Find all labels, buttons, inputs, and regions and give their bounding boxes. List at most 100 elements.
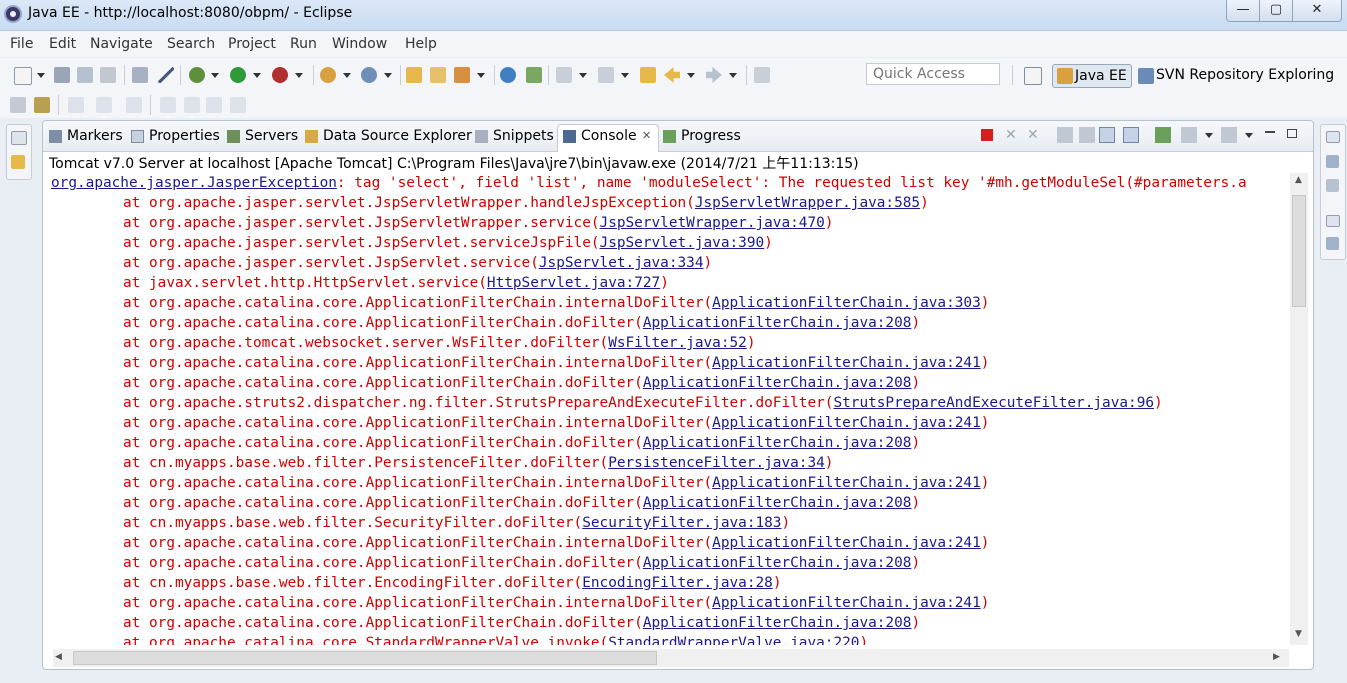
new-server-icon[interactable] <box>320 67 336 83</box>
tab-servers[interactable]: Servers <box>227 125 299 149</box>
menu-search[interactable]: Search <box>167 36 215 52</box>
chevron-down-icon[interactable] <box>295 73 303 78</box>
terminate-icon[interactable] <box>981 129 993 141</box>
menu-help[interactable]: Help <box>405 36 437 52</box>
chevron-down-icon[interactable] <box>211 73 219 78</box>
restore-icon[interactable] <box>1326 215 1340 227</box>
menu-run[interactable]: Run <box>290 36 317 52</box>
next-annotation-icon[interactable] <box>556 67 572 83</box>
chevron-down-icon[interactable] <box>384 73 392 78</box>
stack-trace-link[interactable]: WsFilter.java:52 <box>608 335 747 351</box>
chevron-down-icon[interactable] <box>621 73 629 78</box>
step-into-icon[interactable] <box>68 97 84 113</box>
minimize-button[interactable]: — <box>1226 0 1260 22</box>
pin-console-icon[interactable] <box>1155 127 1171 143</box>
show-stdout-icon[interactable] <box>1099 127 1115 143</box>
chevron-down-icon[interactable] <box>729 73 737 78</box>
stack-trace-link[interactable]: ApplicationFilterChain.java:241 <box>712 415 981 431</box>
task-list-icon[interactable] <box>1326 179 1339 192</box>
stack-trace-link[interactable]: SecurityFilter.java:183 <box>582 515 781 531</box>
tab-markers[interactable]: Markers <box>49 125 123 149</box>
stack-trace-link[interactable]: ApplicationFilterChain.java:208 <box>643 375 912 391</box>
back-arrow-icon[interactable] <box>664 67 680 83</box>
stack-trace-link[interactable]: JspServletWrapper.java:470 <box>600 215 825 231</box>
stack-trace-link[interactable]: ApplicationFilterChain.java:303 <box>712 295 981 311</box>
open-folder-icon[interactable] <box>406 67 422 83</box>
outline-icon[interactable] <box>1326 155 1339 168</box>
stack-trace-link[interactable]: org.apache.jasper.JasperException <box>51 175 337 191</box>
deploy-icon[interactable] <box>526 67 542 83</box>
stack-trace-link[interactable]: ApplicationFilterChain.java:241 <box>712 355 981 371</box>
chevron-down-icon[interactable] <box>253 73 261 78</box>
stack-trace-link[interactable]: JspServletWrapper.java:585 <box>695 195 920 211</box>
close-button[interactable]: ✕ <box>1292 0 1342 22</box>
maximize-button[interactable]: ▢ <box>1259 0 1293 22</box>
vertical-scroll-thumb[interactable] <box>1292 195 1306 307</box>
restore-icon[interactable] <box>1326 131 1340 143</box>
close-tab-icon[interactable]: ✕ <box>642 129 651 142</box>
quick-access-input[interactable] <box>866 63 1000 85</box>
resume-icon[interactable] <box>160 97 176 113</box>
toggle-block-icon[interactable] <box>34 97 50 113</box>
save-icon[interactable] <box>54 67 70 83</box>
menu-edit[interactable]: Edit <box>49 36 76 52</box>
new-web-icon[interactable] <box>361 67 377 83</box>
project-explorer-icon[interactable] <box>11 155 25 169</box>
print-icon[interactable] <box>100 67 116 83</box>
stack-trace-link[interactable]: EncodingFilter.java:28 <box>582 575 773 591</box>
stack-trace-link[interactable]: ApplicationFilterChain.java:208 <box>643 435 912 451</box>
vertical-scrollbar[interactable]: ▲ ▼ <box>1290 173 1308 645</box>
remove-launch-icon[interactable]: ✕ <box>1005 127 1021 143</box>
new-icon[interactable] <box>14 67 32 85</box>
open-console-icon[interactable] <box>1221 127 1237 143</box>
step-over-icon[interactable] <box>96 97 112 113</box>
scroll-right-icon[interactable]: ▶ <box>1273 652 1280 662</box>
tab-properties[interactable]: Properties <box>131 125 220 149</box>
menu-project[interactable]: Project <box>228 36 276 52</box>
show-stderr-icon[interactable] <box>1123 127 1139 143</box>
menu-window[interactable]: Window <box>332 36 387 52</box>
chevron-down-icon[interactable] <box>37 73 45 78</box>
suspend-icon[interactable] <box>184 97 200 113</box>
console-tool-icon[interactable] <box>132 67 148 83</box>
forward-arrow-icon[interactable] <box>706 67 722 83</box>
restore-icon[interactable] <box>11 131 27 145</box>
stack-trace-link[interactable]: ApplicationFilterChain.java:241 <box>712 535 981 551</box>
clear-console-icon[interactable] <box>1057 127 1073 143</box>
stack-trace-link[interactable]: JspServlet.java:390 <box>600 235 765 251</box>
perspective-svn[interactable]: SVN Repository Exploring <box>1136 64 1340 88</box>
perspective-java-ee[interactable]: Java EE <box>1052 64 1132 88</box>
scroll-lock-icon[interactable] <box>1079 127 1095 143</box>
skip-breakpoints-icon[interactable] <box>158 67 174 83</box>
chevron-down-icon[interactable] <box>477 73 485 78</box>
scroll-up-icon[interactable]: ▲ <box>1295 175 1302 185</box>
last-edit-icon[interactable] <box>640 67 656 83</box>
chevron-down-icon[interactable] <box>1245 133 1253 138</box>
stack-trace-link[interactable]: ApplicationFilterChain.java:241 <box>712 595 981 611</box>
debug-icon[interactable] <box>189 67 205 83</box>
stack-trace-link[interactable]: ApplicationFilterChain.java:241 <box>712 475 981 491</box>
stack-trace-link[interactable]: JspServlet.java:334 <box>539 255 704 271</box>
scroll-left-icon[interactable]: ◀ <box>55 652 62 662</box>
pin-editor-icon[interactable] <box>754 67 770 83</box>
stack-trace-link[interactable]: ApplicationFilterChain.java:208 <box>643 555 912 571</box>
minimize-view-icon[interactable] <box>1265 131 1275 133</box>
tab-progress[interactable]: Progress <box>663 125 743 149</box>
chevron-down-icon[interactable] <box>687 73 695 78</box>
menu-navigate[interactable]: Navigate <box>90 36 153 52</box>
search-tool-icon[interactable] <box>454 67 470 83</box>
run-icon[interactable] <box>230 67 246 83</box>
stack-trace-link[interactable]: StandardWrapperValve.java:220 <box>608 635 859 645</box>
chevron-down-icon[interactable] <box>579 73 587 78</box>
step-return-icon[interactable] <box>126 97 142 113</box>
stack-trace-link[interactable]: ApplicationFilterChain.java:208 <box>643 495 912 511</box>
stack-trace-link[interactable]: HttpServlet.java:727 <box>487 275 660 291</box>
save-all-icon[interactable] <box>77 67 93 83</box>
open-perspective-icon[interactable] <box>1024 67 1042 85</box>
prev-annotation-icon[interactable] <box>598 67 614 83</box>
tab-data-source-explorer[interactable]: Data Source Explorer <box>305 125 472 149</box>
stack-trace-link[interactable]: PersistenceFilter.java:34 <box>608 455 825 471</box>
chevron-down-icon[interactable] <box>343 73 351 78</box>
palette-icon[interactable] <box>1326 237 1339 250</box>
remove-all-launches-icon[interactable]: ✕ <box>1027 127 1043 143</box>
